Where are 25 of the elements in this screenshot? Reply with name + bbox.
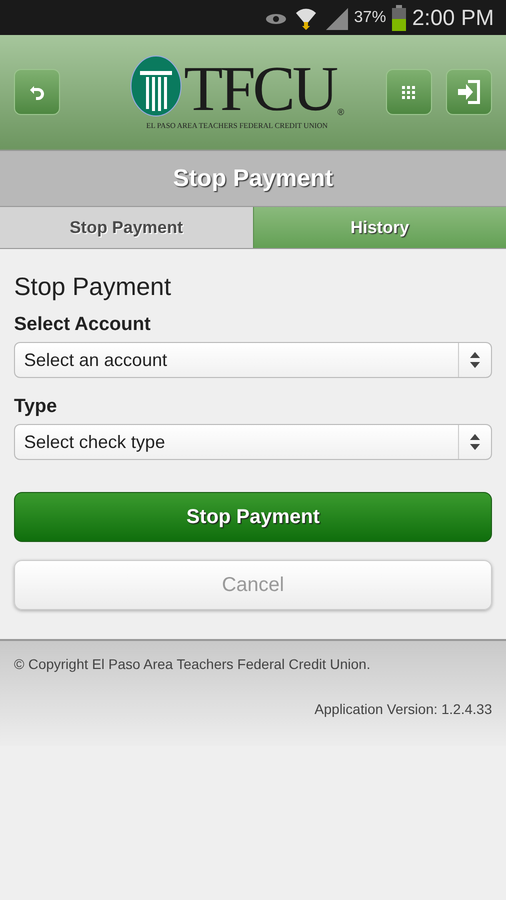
form-heading: Stop Payment xyxy=(14,273,172,302)
select-field[interactable]: Select check type xyxy=(14,424,492,460)
copyright-text: © Copyright El Paso Area Teachers Federal Credit Union. xyxy=(14,656,372,672)
up-down-caret-icon xyxy=(470,434,480,450)
signal-icon xyxy=(324,6,348,30)
menu-grid-button[interactable] xyxy=(386,69,432,115)
logo-emblem-icon xyxy=(130,54,182,116)
battery-icon xyxy=(392,4,406,30)
logout-button[interactable] xyxy=(446,69,492,115)
page-title: Stop Payment xyxy=(172,164,334,192)
undo-arrow-icon xyxy=(29,84,45,100)
tab[interactable]: Stop Payment xyxy=(0,207,252,248)
field-label: Select Account xyxy=(14,314,152,336)
version-text: Application Version: 1.2.4.33 xyxy=(314,701,492,717)
grid-icon xyxy=(402,86,416,98)
select-field[interactable]: Select an account xyxy=(14,342,492,378)
registered-mark: ® xyxy=(337,106,344,116)
clock-time: 2:00 PM xyxy=(412,4,494,30)
field-label: Type xyxy=(14,396,58,418)
stop-payment-button[interactable]: Stop Payment xyxy=(14,492,492,542)
exit-door-icon xyxy=(458,80,480,104)
logo-text: TFCU xyxy=(184,60,336,116)
back-button[interactable] xyxy=(14,69,60,115)
battery-percent: 37% xyxy=(354,8,386,26)
up-down-caret-icon xyxy=(470,352,480,368)
